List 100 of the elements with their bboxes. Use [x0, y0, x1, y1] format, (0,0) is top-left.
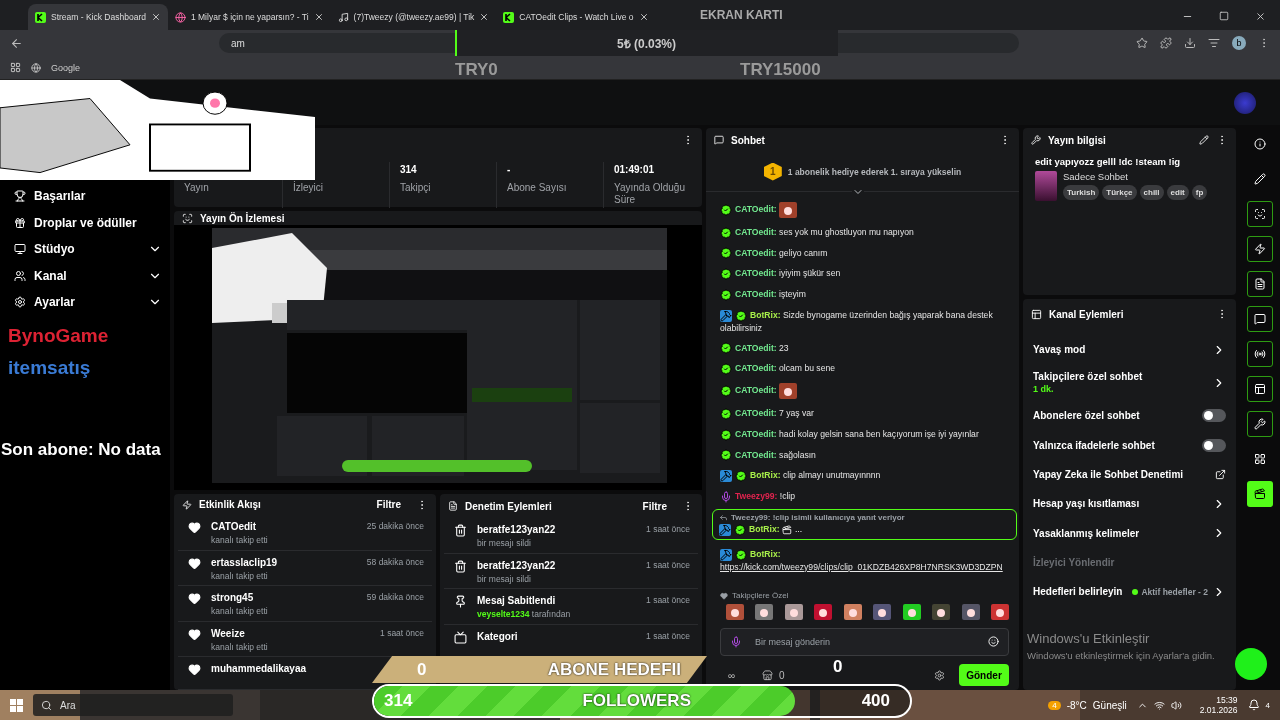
toggle-switch[interactable]	[1202, 438, 1226, 452]
reply-message: Tweezy99: !clip isimli kullanıcıya yanıt veriyor BotRix: ...	[712, 508, 1017, 540]
apps-icon[interactable]	[10, 62, 21, 73]
chat-message: CATOedit: hadi kolay gelsin sana ben kaçıyorum işe iyi yayınlar	[720, 423, 1011, 445]
channel-action-row[interactable]: Takipçilere özel sohbet 1 dk.	[1023, 364, 1236, 402]
list-icon[interactable]	[1208, 37, 1220, 49]
emote-icon	[902, 604, 921, 620]
store-count: 0	[779, 669, 785, 681]
sidebar-item[interactable]: Kanal	[34, 268, 140, 283]
chat-input[interactable]: Bir mesaj gönderin	[720, 628, 1009, 656]
follower-name: muhammedalikayaa	[211, 663, 307, 675]
tag[interactable]: Türkçe	[1102, 185, 1137, 200]
settings-icon[interactable]	[934, 669, 945, 681]
emoji-icon[interactable]	[988, 636, 999, 647]
stat-value: -	[507, 164, 512, 176]
heart-icon	[188, 556, 201, 570]
follower-name: ertasslaclip19	[211, 556, 278, 568]
profile-avatar[interactable]: b	[1232, 36, 1246, 50]
tab-close-icon[interactable]	[150, 12, 161, 22]
event-time: 1 saat önce	[646, 630, 690, 643]
edit-icon[interactable]	[1199, 135, 1209, 145]
extensions-icon[interactable]	[1160, 37, 1172, 49]
search-icon	[41, 699, 52, 711]
bookmark-link[interactable]: Google	[51, 62, 81, 73]
emote-icon	[755, 604, 774, 620]
sidebar-item[interactable]: Başarılar	[34, 189, 162, 204]
close-icon[interactable]	[1255, 11, 1266, 22]
volume-icon[interactable]	[1170, 699, 1182, 711]
chat-message: Tweezy99: !clip	[720, 486, 1011, 507]
toggle-switch[interactable]	[1202, 409, 1226, 423]
dock-button[interactable]	[1247, 341, 1273, 367]
browser-tab[interactable]: Stream - Kick Dashboard	[28, 4, 168, 30]
action-title: Kategori	[477, 630, 518, 642]
channel-action-row[interactable]: Yavaş mod	[1023, 335, 1236, 365]
dock-icon	[1254, 208, 1266, 220]
channel-action-row[interactable]: Hesap yaşı kısıtlaması	[1023, 489, 1236, 519]
tab-close-icon[interactable]	[638, 12, 649, 22]
dock-button[interactable]	[1247, 201, 1273, 227]
rank-badge: 1	[763, 162, 782, 181]
channel-action-row[interactable]: Abonelere özel sohbet	[1023, 401, 1236, 431]
store-icon[interactable]	[762, 669, 773, 681]
back-icon[interactable]	[10, 36, 23, 50]
channel-action-row[interactable]: Yapay Zeka ile Sohbet Denetimi	[1023, 459, 1236, 490]
taskbar-clock[interactable]: 15:39 2.01.2026	[1199, 695, 1238, 715]
emote-icon	[726, 604, 744, 620]
follower-goal-bar: 314 FOLLOWERS 400	[372, 684, 912, 718]
channel-action-row[interactable]: Yasaklanmış kelimeler	[1023, 518, 1236, 548]
sidebar-item[interactable]: Droplar ve ödüller	[34, 215, 162, 230]
mic-icon[interactable]	[730, 636, 742, 648]
heart-icon	[188, 592, 201, 606]
maximize-icon[interactable]	[1219, 11, 1229, 21]
filter-button[interactable]: Filtre	[376, 499, 401, 511]
browser-tab[interactable]: 1 Milyar $ için ne yaparsın? - Ti	[167, 4, 331, 30]
clip-link[interactable]: https://kick.com/tweezy99/clips/clip_01KDZB426XP8H7NRSK3WD3DZPN	[720, 560, 1011, 573]
chat-message: CATOedit: iyiyim şükür sen	[720, 263, 1011, 285]
weather-condition[interactable]: Güneşli	[1092, 699, 1127, 711]
dock-icon	[1254, 383, 1266, 395]
event-text: kanalı takip etti	[211, 606, 269, 617]
tab-close-icon[interactable]	[313, 12, 324, 22]
kick-logo-icon	[35, 11, 46, 23]
download-icon[interactable]	[1184, 37, 1196, 49]
windows-logo-icon[interactable]	[10, 698, 23, 712]
weather-text[interactable]: -8°C	[1066, 699, 1087, 711]
tag[interactable]: Turkish	[1063, 185, 1100, 200]
note-icon	[337, 11, 349, 23]
tag[interactable]: chill	[1139, 185, 1164, 200]
section-label: İzleyici Yönlendir	[1032, 555, 1116, 570]
taskbar-search[interactable]: Ara	[33, 694, 233, 716]
browser-tab[interactable]: CATOedit Clips - Watch Live o	[496, 4, 656, 30]
sidebar-item[interactable]: Stüdyo	[34, 242, 140, 257]
dock-button[interactable]	[1247, 411, 1273, 437]
emote-icon	[814, 604, 833, 620]
event-text: kanalı takip etti	[211, 535, 269, 546]
action-title: beratfe123yan22	[477, 524, 556, 535]
channel-action-row[interactable]: Hedefleri belirleyin Aktif hedefler - 2	[1023, 577, 1236, 607]
notification-icon[interactable]	[1247, 699, 1260, 711]
dock-button[interactable]	[1247, 481, 1273, 507]
dock-button[interactable]	[1247, 271, 1273, 297]
event-time: 1 saat önce	[646, 524, 690, 536]
sidebar-item[interactable]: Ayarlar	[34, 295, 140, 310]
dock-icon	[1254, 278, 1266, 290]
dock-button[interactable]	[1247, 376, 1273, 402]
filter-button[interactable]: Filtre	[642, 500, 667, 512]
emote-icon	[843, 604, 862, 620]
panel-title: Denetim Eylemleri	[465, 500, 553, 512]
status-dot	[1132, 588, 1139, 595]
heart-icon	[720, 591, 728, 600]
bookmark-star-icon[interactable]	[1136, 37, 1148, 49]
follower-name: CATOedit	[211, 521, 257, 533]
send-button[interactable]: Gönder	[959, 664, 1009, 686]
stat-value: 314	[400, 164, 418, 176]
dock-button[interactable]	[1247, 306, 1273, 332]
browser-tab[interactable]: (7)Tweezy (@tweezy.ae99) | Tik	[330, 4, 497, 30]
stat-label: Yayın	[184, 182, 210, 194]
tag[interactable]: edit	[1166, 185, 1189, 200]
dock-button[interactable]	[1247, 236, 1273, 262]
tab-close-icon[interactable]	[479, 12, 490, 22]
tag[interactable]: fp	[1191, 185, 1208, 200]
wifi-icon[interactable]	[1153, 699, 1165, 711]
channel-action-row[interactable]: Yalnızca ifadelerle sohbet	[1023, 430, 1236, 460]
